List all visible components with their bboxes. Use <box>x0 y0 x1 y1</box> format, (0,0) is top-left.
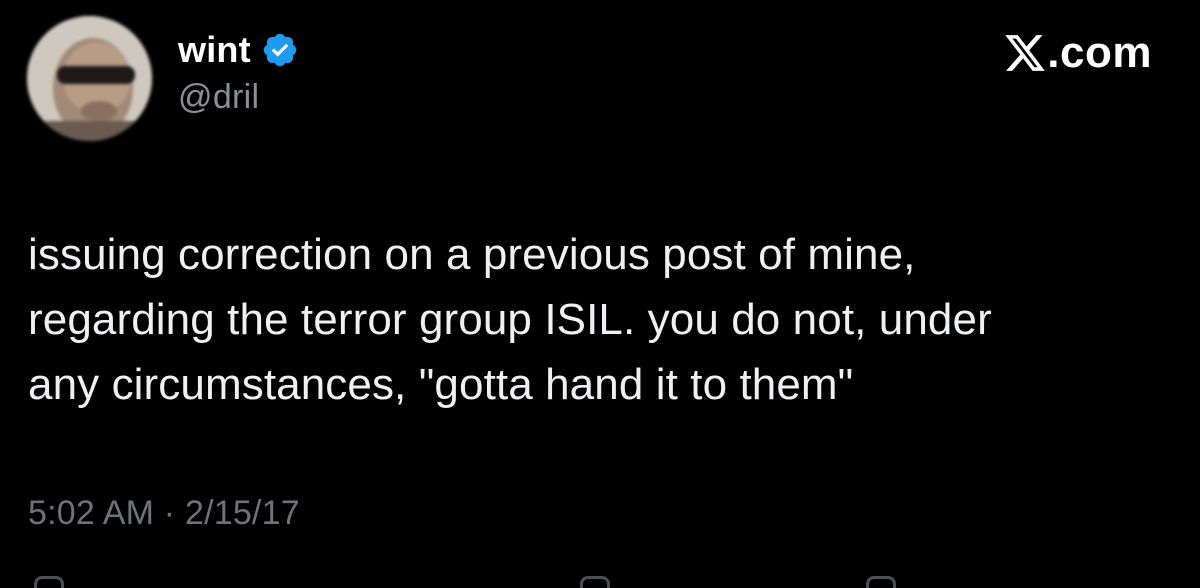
post-card: wint @dril .com issuing correction on a … <box>0 0 1200 588</box>
author-handle[interactable]: @dril <box>178 78 299 117</box>
avatar[interactable] <box>27 16 152 141</box>
verified-badge-icon <box>263 33 297 67</box>
avatar-image <box>27 16 152 141</box>
author-name-row: wint <box>178 28 299 72</box>
post-text: issuing correction on a previous post of… <box>28 230 992 409</box>
repost-icon[interactable] <box>580 576 610 588</box>
like-icon[interactable] <box>866 576 896 588</box>
brand-text: .com <box>1047 28 1152 77</box>
post-timestamp[interactable]: 5:02 AM · 2/15/17 <box>28 494 300 533</box>
author-block: wint @dril <box>178 28 299 117</box>
x-logo-icon <box>1005 35 1046 71</box>
brand-watermark: .com <box>1003 28 1152 78</box>
reply-icon[interactable] <box>34 576 64 588</box>
author-display-name[interactable]: wint <box>178 29 251 71</box>
action-bar <box>0 572 1200 588</box>
